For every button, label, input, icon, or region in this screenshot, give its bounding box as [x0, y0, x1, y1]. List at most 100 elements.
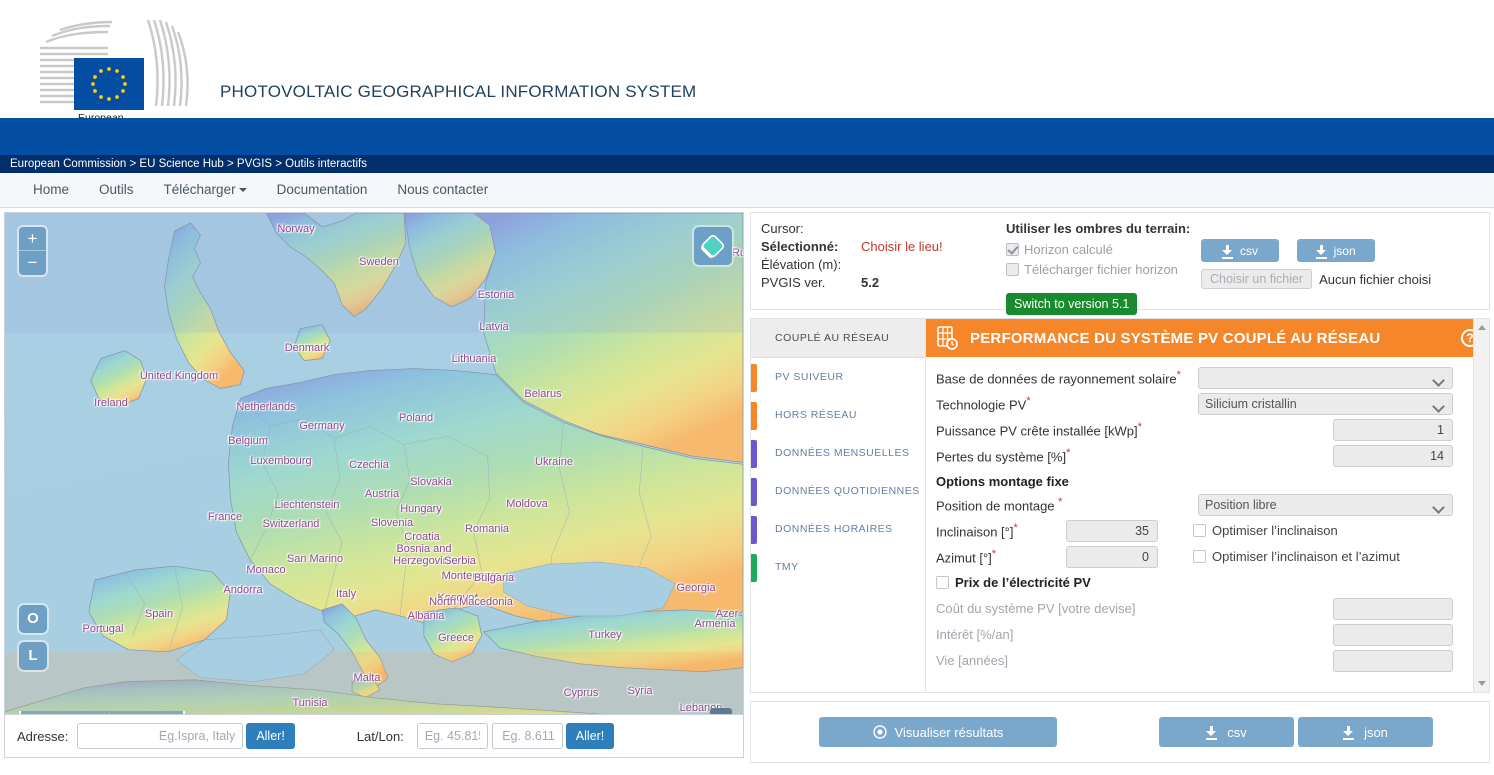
solar-panel-icon — [937, 326, 958, 350]
pv-price-row: Prix de l’électricité PV — [936, 570, 1471, 595]
horizon-json-button[interactable]: json — [1296, 239, 1375, 262]
header-blue-band — [0, 118, 1494, 155]
optimize-slope-label: Optimiser l’inclinaison — [1212, 523, 1338, 538]
zoom-in-button[interactable]: + — [19, 227, 46, 251]
tab-label: COUPLÉ AU RÉSEAU — [775, 332, 890, 344]
form-title: PERFORMANCE DU SYSTÈME PV COUPLÉ AU RÉSE… — [970, 329, 1381, 347]
optimize-both-label: Optimiser l’inclinaison et l’azimut — [1212, 549, 1400, 564]
address-go-button[interactable]: Aller! — [246, 723, 295, 749]
results-json-button[interactable]: json — [1298, 717, 1433, 747]
tab-hors-r-seau[interactable]: HORS RÉSEAU — [751, 396, 925, 434]
map-panel[interactable]: + − O L 1000 km i NorwaySwedenEstoniaLat… — [4, 212, 744, 742]
location-info-grid: Cursor: Sélectionné: Choisir le lieu! Él… — [761, 221, 1011, 290]
tab-label: TMY — [775, 561, 799, 573]
form-body: Base de données de rayonnement solaire* … — [926, 357, 1489, 682]
tab-accent-bar — [751, 554, 757, 582]
slope-input[interactable] — [1066, 519, 1158, 542]
mounting-position-select[interactable]: Position libre — [1198, 493, 1453, 516]
scroll-up-icon[interactable] — [1478, 325, 1486, 330]
map-legend-button[interactable]: L — [19, 642, 47, 670]
azimuth-input[interactable] — [1066, 545, 1158, 568]
tab-label: PV SUIVEUR — [775, 371, 844, 383]
tab-accent-bar — [751, 364, 757, 392]
map-overlay-button[interactable]: O — [19, 605, 47, 633]
pv-tech-select-wrap[interactable]: Silicium cristallin — [1198, 392, 1453, 415]
switch-version-button[interactable]: Switch to version 5.1 — [1006, 293, 1138, 315]
pv-tech-select[interactable]: Silicium cristallin — [1198, 392, 1453, 415]
nav-item-t-l-charger[interactable]: Télécharger — [149, 173, 262, 206]
horizon-json-label: json — [1333, 243, 1356, 258]
horizon-calculated-checkbox[interactable] — [1006, 243, 1019, 256]
location-info-box: Cursor: Sélectionné: Choisir le lieu! Él… — [750, 212, 1490, 315]
interest-row: Intérêt [%/an] — [936, 622, 1471, 647]
peak-power-input[interactable] — [1333, 418, 1453, 441]
interest-input[interactable] — [1333, 623, 1453, 646]
tab-donn-es-quotidiennes[interactable]: DONNÉES QUOTIDIENNES — [751, 472, 925, 510]
choose-file-button[interactable]: Choisir un fichier — [1201, 269, 1313, 289]
system-loss-input[interactable] — [1333, 444, 1453, 467]
horizon-csv-label: csv — [1240, 243, 1258, 258]
slope-row: Inclinaison [°]* Optimiser l’inclinaison — [936, 518, 1471, 543]
tab-tmy[interactable]: TMY — [751, 548, 925, 586]
action-bar: Visualiser résultats csv json — [750, 701, 1490, 763]
scroll-down-icon[interactable] — [1478, 681, 1486, 686]
file-status-text: Aucun fichier choisi — [1319, 271, 1432, 287]
latitude-input[interactable] — [416, 723, 488, 749]
eye-icon — [872, 725, 887, 739]
visualize-results-button[interactable]: Visualiser résultats — [819, 717, 1057, 747]
nav-item-documentation[interactable]: Documentation — [262, 173, 383, 206]
horizon-csv-button[interactable]: csv — [1201, 239, 1279, 262]
zoom-out-button[interactable]: − — [19, 251, 46, 275]
map-layers-button[interactable] — [694, 227, 732, 265]
lifetime-input[interactable] — [1333, 649, 1453, 672]
optimize-slope-checkbox[interactable] — [1193, 524, 1206, 537]
optimize-both-checkbox[interactable] — [1193, 550, 1206, 563]
nav-item-nous-contacter[interactable]: Nous contacter — [382, 173, 503, 206]
system-cost-row: Coût du système PV [votre devise] — [936, 596, 1471, 621]
horizon-file-row: Choisir un fichier Aucun fichier choisi — [1201, 269, 1481, 289]
tab-label: DONNÉES QUOTIDIENNES — [775, 485, 920, 497]
horizon-upload-label: Télécharger fichier horizon — [1024, 262, 1178, 277]
optimize-slope-row[interactable]: Optimiser l’inclinaison — [1193, 523, 1338, 538]
radiation-db-select-wrap[interactable] — [1198, 366, 1453, 389]
longitude-input[interactable] — [491, 723, 563, 749]
form-column: PERFORMANCE DU SYSTÈME PV COUPLÉ AU RÉSE… — [926, 319, 1489, 692]
address-input[interactable] — [77, 723, 244, 749]
interest-label: Intérêt [%/an] — [936, 627, 1014, 642]
nav-item-label: Nous contacter — [397, 182, 489, 197]
results-csv-button[interactable]: csv — [1159, 717, 1294, 747]
cursor-label: Cursor: — [761, 221, 804, 236]
lifetime-label: Vie [années] — [936, 653, 1009, 668]
terrain-shadow-heading: Utiliser les ombres du terrain: — [1006, 221, 1191, 236]
map-zoom-control[interactable]: + − — [19, 227, 46, 275]
tab-donn-es-mensuelles[interactable]: DONNÉES MENSUELLES — [751, 434, 925, 472]
european-commission-logo: European Commission — [38, 18, 208, 122]
pv-price-toggle[interactable]: Prix de l’électricité PV — [936, 575, 1091, 590]
horizon-download-area: csv json Choisir un fichier Aucun fichie… — [1201, 239, 1481, 289]
visualize-results-label: Visualiser résultats — [894, 724, 1004, 740]
eu-stars-icon — [91, 67, 127, 101]
system-cost-input[interactable] — [1333, 597, 1453, 620]
site-header: European Commission PHOTOVOLTAIC GEOGRAP… — [0, 0, 1494, 122]
results-json-label: json — [1364, 724, 1388, 740]
latlon-go-button[interactable]: Aller! — [565, 723, 615, 749]
tab-coupl-au-r-seau[interactable]: COUPLÉ AU RÉSEAU — [751, 319, 925, 358]
mounting-position-select-wrap[interactable]: Position libre — [1198, 493, 1453, 516]
optimize-both-row[interactable]: Optimiser l’inclinaison et l’azimut — [1193, 549, 1400, 564]
solar-irradiation-map[interactable] — [5, 213, 743, 742]
tab-pv-suiveur[interactable]: PV SUIVEUR — [751, 358, 925, 396]
nav-item-label: Télécharger — [163, 182, 236, 197]
nav-item-outils[interactable]: Outils — [84, 173, 149, 206]
form-scrollbar[interactable] — [1473, 319, 1489, 692]
nav-item-home[interactable]: Home — [18, 173, 84, 206]
horizon-upload-checkbox[interactable] — [1006, 263, 1019, 276]
main-content: + − O L 1000 km i NorwaySwedenEstoniaLat… — [0, 212, 1494, 775]
radiation-db-select[interactable] — [1198, 366, 1453, 389]
elevation-label: Élévation (m): — [761, 257, 842, 272]
tool-tabs: COUPLÉ AU RÉSEAU PV SUIVEUR HORS RÉSEAU DON… — [751, 319, 926, 692]
tab-accent-bar — [751, 478, 757, 506]
tab-donn-es-horaires[interactable]: DONNÉES HORAIRES — [751, 510, 925, 548]
pv-price-checkbox[interactable] — [936, 576, 949, 589]
mounting-position-row: Position de montage * Position libre — [936, 492, 1471, 517]
mounting-position-label: Position de montage * — [936, 495, 1063, 514]
